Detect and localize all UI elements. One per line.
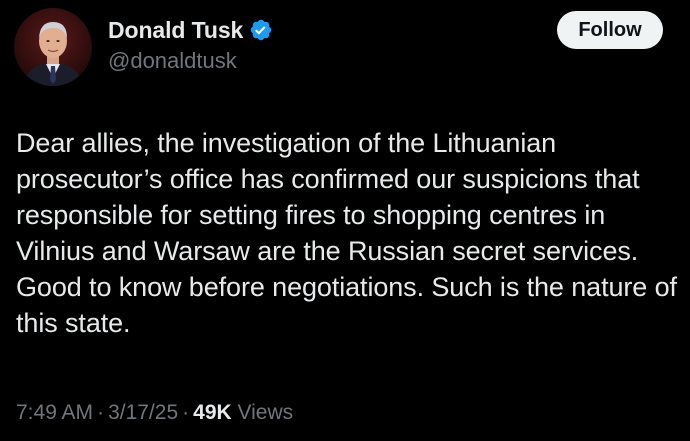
follow-button[interactable]: Follow (557, 11, 663, 49)
author-display-name[interactable]: Donald Tusk (108, 17, 243, 44)
avatar[interactable] (14, 8, 92, 86)
views-label: Views (237, 401, 294, 424)
tweet-time[interactable]: 7:49 AM (16, 401, 93, 424)
tweet: Donald Tusk @donaldtusk Follow Dear alli… (0, 0, 690, 441)
author-name-row: Donald Tusk (108, 14, 273, 46)
tweet-text: Dear allies, the investigation of the Li… (16, 128, 677, 338)
profile-photo-icon (14, 8, 92, 86)
author-handle[interactable]: @donaldtusk (108, 48, 273, 74)
views-count[interactable]: 49K (193, 401, 232, 424)
verified-badge-icon[interactable] (249, 18, 273, 42)
tweet-date[interactable]: 3/17/25 (108, 401, 178, 424)
meta-separator: · (97, 401, 105, 424)
meta-separator: · (182, 401, 190, 424)
author-info: Donald Tusk @donaldtusk (108, 14, 273, 74)
tweet-meta: 7:49 AM · 3/17/25 · 49K Views (16, 401, 293, 425)
